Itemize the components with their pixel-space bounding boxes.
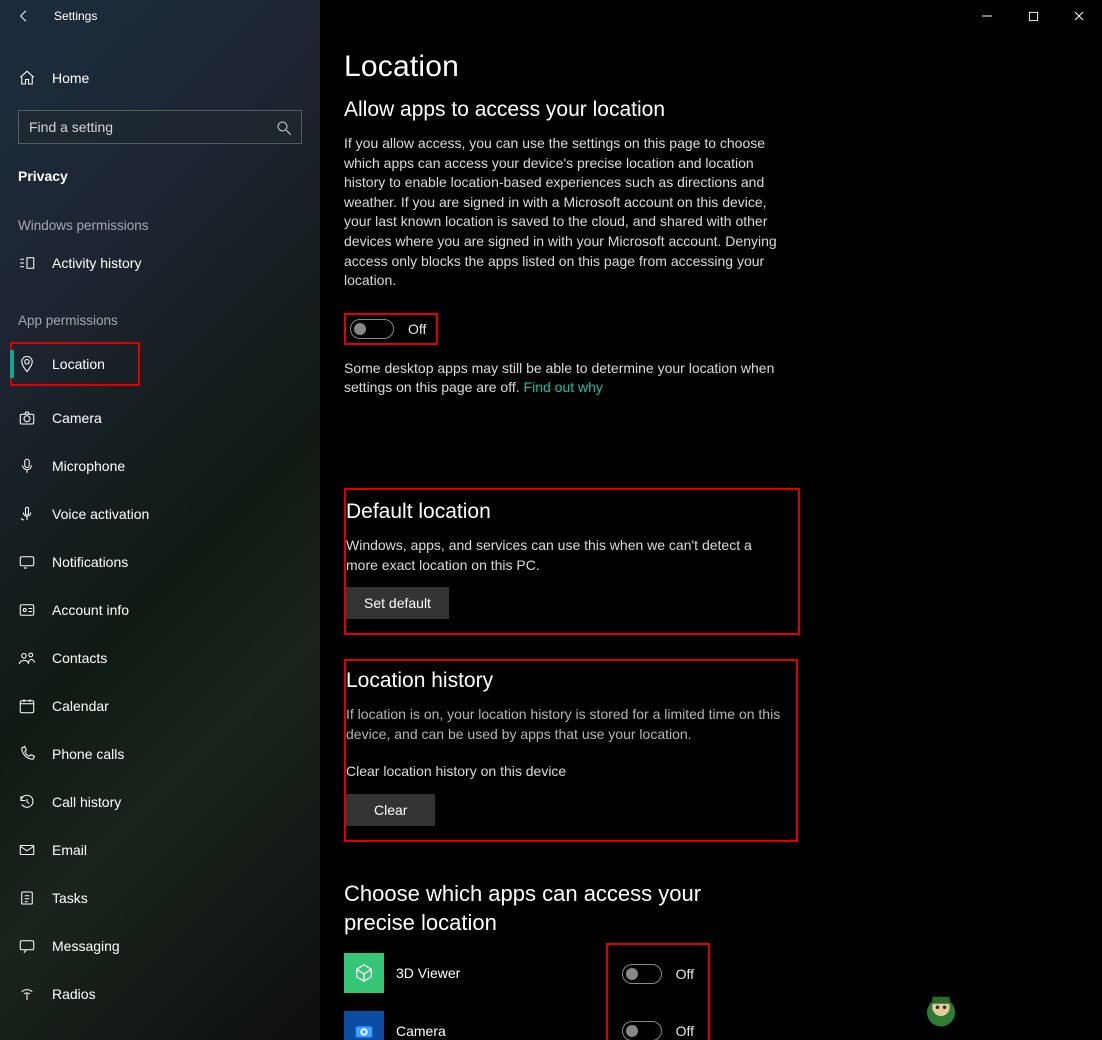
search-box[interactable] (18, 110, 302, 144)
phone-icon (18, 745, 36, 763)
clear-history-label: Clear location history on this device (346, 762, 788, 782)
minimize-button[interactable] (964, 0, 1010, 32)
sidebar-item-label: Radios (52, 986, 96, 1002)
sidebar-item-phone-calls[interactable]: Phone calls (0, 730, 320, 778)
sidebar-item-label: Activity history (52, 255, 141, 271)
back-button[interactable] (0, 0, 48, 32)
notifications-icon (18, 553, 36, 571)
page-title: Location (344, 50, 856, 84)
search-input[interactable] (29, 119, 275, 135)
decorative-avatar-icon (920, 988, 962, 1030)
app-row-3d-viewer: 3D Viewer Off (344, 951, 856, 995)
titlebar-app-name: Settings (54, 9, 97, 23)
email-icon (18, 841, 36, 859)
app-icon-camera (344, 1011, 384, 1040)
location-history-heading: Location history (346, 669, 788, 693)
sidebar-item-label: Messaging (52, 938, 120, 954)
account-info-icon (18, 601, 36, 619)
location-history-description: If location is on, your location history… (346, 705, 786, 744)
desktop-apps-note: Some desktop apps may still be able to d… (344, 359, 804, 398)
sidebar-item-call-history[interactable]: Call history (0, 778, 320, 826)
sidebar-item-label: Notifications (52, 554, 128, 570)
sidebar-item-contacts[interactable]: Contacts (0, 634, 320, 682)
sidebar-item-microphone[interactable]: Microphone (0, 442, 320, 490)
sidebar-item-label: Location (52, 356, 105, 372)
clear-history-button[interactable]: Clear (346, 794, 435, 826)
home-icon (18, 69, 36, 87)
camera-icon (18, 409, 36, 427)
calendar-icon (18, 697, 36, 715)
sidebar-item-label: Email (52, 842, 87, 858)
master-location-toggle-container: Off (344, 313, 438, 345)
sidebar-item-label: Call history (52, 794, 121, 810)
choose-apps-heading: Choose which apps can access your precis… (344, 880, 764, 937)
sidebar-item-voice-activation[interactable]: Voice activation (0, 490, 320, 538)
app-toggle-state: Off (676, 966, 694, 982)
category-label: Privacy (0, 144, 320, 192)
set-default-button[interactable]: Set default (346, 587, 449, 619)
sidebar-item-notifications[interactable]: Notifications (0, 538, 320, 586)
sidebar-item-label: Microphone (52, 458, 125, 474)
location-history-section: Location history If location is on, your… (344, 659, 798, 842)
tasks-icon (18, 889, 36, 907)
sidebar-item-account-info[interactable]: Account info (0, 586, 320, 634)
app-icon-3d-viewer (344, 953, 384, 993)
sidebar-item-radios[interactable]: Radios (0, 970, 320, 1018)
window-controls (964, 0, 1102, 32)
titlebar: Settings (0, 0, 320, 32)
sidebar-item-label: Camera (52, 410, 102, 426)
call-history-icon (18, 793, 36, 811)
activity-history-icon (18, 254, 36, 272)
group-app-permissions: App permissions (0, 287, 320, 334)
app-name-label: 3D Viewer (396, 965, 606, 981)
allow-apps-heading: Allow apps to access your location (344, 98, 856, 122)
sidebar-item-tasks[interactable]: Tasks (0, 874, 320, 922)
sidebar-item-label: Tasks (52, 890, 88, 906)
app-toggle-camera[interactable] (622, 1021, 662, 1040)
radios-icon (18, 985, 36, 1003)
sidebar: Settings Home Privacy Windows permission… (0, 0, 320, 1040)
master-location-toggle-state: Off (408, 321, 426, 337)
main-content: Location Allow apps to access your locat… (320, 0, 1102, 1040)
master-location-toggle[interactable] (350, 319, 394, 339)
microphone-icon (18, 457, 36, 475)
home-nav[interactable]: Home (0, 58, 320, 98)
sidebar-item-label: Account info (52, 602, 129, 618)
maximize-button[interactable] (1010, 0, 1056, 32)
find-out-why-link[interactable]: Find out why (524, 379, 603, 395)
app-toggle-container: Off (606, 943, 710, 1003)
close-button[interactable] (1056, 0, 1102, 32)
app-row-camera: Camera Off (344, 1009, 856, 1040)
app-name-label: Camera (396, 1023, 606, 1039)
sidebar-item-location[interactable]: Location (10, 342, 140, 386)
search-icon (275, 119, 291, 135)
sidebar-item-label: Contacts (52, 650, 107, 666)
allow-apps-description: If you allow access, you can use the set… (344, 134, 784, 291)
sidebar-item-label: Calendar (52, 698, 109, 714)
app-toggle-3d-viewer[interactable] (622, 964, 662, 984)
sidebar-item-calendar[interactable]: Calendar (0, 682, 320, 730)
home-label: Home (52, 70, 89, 86)
default-location-description: Windows, apps, and services can use this… (346, 536, 786, 575)
app-toggle-state: Off (676, 1023, 694, 1039)
default-location-heading: Default location (346, 500, 790, 524)
group-windows-permissions: Windows permissions (0, 192, 320, 239)
default-location-section: Default location Windows, apps, and serv… (344, 488, 800, 635)
sidebar-item-messaging[interactable]: Messaging (0, 922, 320, 970)
sidebar-item-email[interactable]: Email (0, 826, 320, 874)
sidebar-item-activity-history[interactable]: Activity history (0, 239, 320, 287)
sidebar-item-label: Phone calls (52, 746, 124, 762)
contacts-icon (18, 649, 36, 667)
sidebar-item-camera[interactable]: Camera (0, 394, 320, 442)
app-toggle-container: Off (606, 1001, 710, 1040)
messaging-icon (18, 937, 36, 955)
location-icon (18, 355, 36, 373)
sidebar-item-label: Voice activation (52, 506, 149, 522)
voice-activation-icon (18, 505, 36, 523)
